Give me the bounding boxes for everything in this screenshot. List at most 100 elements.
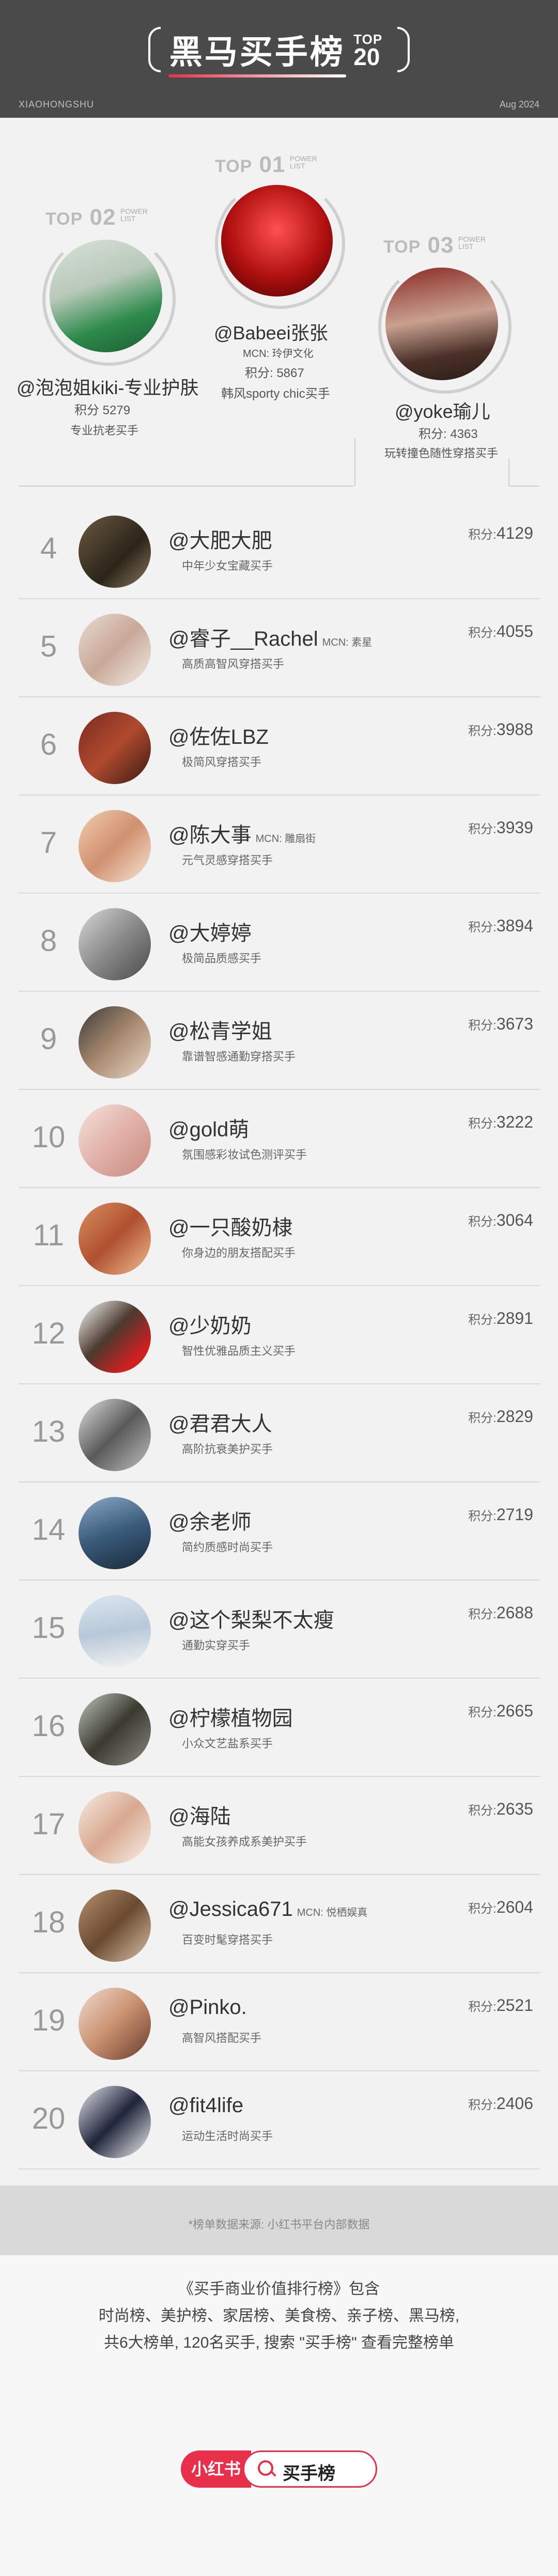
user-desc: 极简品质感买手: [182, 952, 262, 965]
date-caption: Aug 2024: [499, 99, 539, 110]
user-name[interactable]: @松青学姐: [168, 1014, 276, 1044]
user-desc: 小众文艺盐系买手: [182, 1737, 273, 1750]
user-score: 积分:4129: [468, 524, 533, 542]
avatar[interactable]: [79, 1693, 151, 1766]
user-score: 积分:2521: [468, 1996, 533, 2015]
top20-badge: TOP 20: [353, 32, 383, 70]
user-score: 积分:2829: [468, 1407, 533, 1426]
rank-number: 17: [32, 1807, 66, 1841]
user-name[interactable]: @一只酸奶棣: [168, 1211, 297, 1241]
top1-label: TOP 01 POWER LIST: [215, 152, 317, 177]
user-name[interactable]: @大婷婷: [168, 916, 256, 946]
user-score: 积分:3988: [468, 720, 533, 739]
list-item[interactable]: 15 @这个梨梨不太瘦 通勤实穿买手 积分:2688: [19, 1580, 540, 1679]
user-name[interactable]: @Pinko.: [168, 1996, 251, 2019]
podium-divider: [508, 459, 509, 486]
list-item[interactable]: 14 @余老师 简约质感时尚买手 积分:2719: [19, 1481, 540, 1581]
list-item[interactable]: 9 @松青学姐 靠谱智感通勤穿搭买手 积分:3673: [19, 991, 540, 1090]
avatar[interactable]: [79, 2086, 151, 2158]
list-item[interactable]: 13 @君君大人 高阶抗衰美护买手 积分:2829: [19, 1383, 540, 1482]
user-desc: 靠谱智感通勤穿搭买手: [182, 1050, 296, 1063]
top3-name[interactable]: @yoke瑜儿: [395, 397, 490, 424]
avatar[interactable]: [79, 1890, 151, 1962]
avatar[interactable]: [79, 908, 151, 980]
list-item[interactable]: 6 @佐佐LBZ 极简风穿搭买手 积分:3988: [19, 696, 540, 795]
rank-number: 7: [40, 826, 57, 860]
top3-desc: 玩转撞色随性穿搭买手: [384, 447, 499, 460]
avatar[interactable]: [221, 185, 333, 296]
user-name[interactable]: @海陆: [168, 1800, 235, 1830]
top1-name[interactable]: @Babeei张张: [214, 318, 328, 345]
top3-label: TOP 03 POWER LIST: [383, 232, 486, 258]
user-name[interactable]: @Jessica671 MCN: 悦栖娱真: [168, 1898, 367, 1921]
avatar[interactable]: [79, 1595, 151, 1667]
list-item[interactable]: 17 @海陆 高能女孩养成系美护买手 积分:2635: [19, 1776, 540, 1875]
list-item[interactable]: 16 @柠檬植物园 小众文艺盐系买手 积分:2665: [19, 1678, 540, 1777]
list-item[interactable]: 5 @睿子__Rachel MCN: 素星 高质高智风穿搭买手 积分:4055: [19, 598, 540, 697]
list-item[interactable]: 7 @陈大事 MCN: 雕扇街 元气灵感穿搭买手 积分:3939: [19, 794, 540, 894]
page-title: 黑马买手榜: [163, 26, 351, 77]
top2-name[interactable]: @泡泡姐kiki-专业护肤: [17, 373, 199, 400]
avatar[interactable]: [79, 614, 151, 686]
avatar[interactable]: [79, 516, 151, 588]
avatar[interactable]: [79, 1006, 151, 1079]
rank-number: 10: [32, 1120, 66, 1154]
rank-number: 19: [32, 2004, 66, 2037]
rank-number: 5: [40, 630, 57, 663]
list-item[interactable]: 19 @Pinko. 高智风搭配买手 积分:2521: [19, 1972, 540, 2071]
rank-number: 13: [32, 1415, 66, 1448]
brand-caption: XIAOHONGSHU: [19, 99, 95, 110]
user-score: 积分:4055: [468, 622, 533, 641]
footer-description: 《买手商业价值排行榜》包含 时尚榜、美护榜、家居榜、美食榜、亲子榜、黑马榜, 共…: [98, 2281, 460, 2351]
avatar[interactable]: [79, 1203, 151, 1275]
list-item[interactable]: 18 @Jessica671 MCN: 悦栖娱真 百变时髦穿搭买手 积分:2604: [19, 1874, 540, 1973]
user-name[interactable]: @大肥大肥: [168, 524, 276, 554]
list-item[interactable]: 12 @少奶奶 智性优雅品质主义买手 积分:2891: [19, 1285, 540, 1384]
list-item[interactable]: 8 @大婷婷 极简品质感买手 积分:3894: [19, 893, 540, 992]
avatar[interactable]: [79, 1399, 151, 1471]
avatar[interactable]: [385, 268, 498, 380]
top3-score: 积分: 4363: [419, 427, 478, 441]
user-name[interactable]: @睿子__Rachel MCN: 素星: [168, 622, 372, 652]
avatar[interactable]: [50, 240, 162, 352]
rank-number: 4: [40, 532, 57, 565]
search-pill[interactable]: 买手榜: [243, 2450, 377, 2488]
user-name[interactable]: @陈大事 MCN: 雕扇街: [168, 818, 316, 848]
user-score: 积分:3222: [468, 1113, 533, 1131]
user-desc: 你身边的朋友搭配买手: [182, 1246, 296, 1259]
avatar[interactable]: [79, 810, 151, 882]
avatar[interactable]: [79, 1301, 151, 1373]
avatar[interactable]: [79, 1791, 151, 1864]
user-name[interactable]: @佐佐LBZ: [168, 720, 273, 750]
user-name[interactable]: @fit4life: [168, 2094, 247, 2117]
user-desc: 中年少女宝藏买手: [182, 559, 273, 572]
user-desc: 高质高智风穿搭买手: [182, 658, 285, 670]
top2-desc: 专业抗老买手: [70, 424, 139, 437]
user-name[interactable]: @余老师: [168, 1505, 256, 1535]
list-item[interactable]: 20 @fit4life 运动生活时尚买手 积分:2406: [19, 2070, 540, 2169]
search-banner[interactable]: 小红书 买手榜: [181, 2450, 377, 2488]
user-name[interactable]: @这个梨梨不太瘦: [168, 1603, 338, 1633]
footer: 《买手商业价值排行榜》包含 时尚榜、美护榜、家居榜、美食榜、亲子榜、黑马榜, 共…: [0, 2255, 558, 2576]
list-item[interactable]: 4 @大肥大肥 中年少女宝藏买手 积分:4129: [19, 500, 540, 599]
user-score: 积分:3939: [468, 818, 533, 837]
user-name[interactable]: @君君大人: [168, 1407, 276, 1437]
user-name[interactable]: @柠檬植物园: [168, 1701, 297, 1731]
header-banner: 黑马买手榜 TOP 20 XIAOHONGSHU Aug 2024: [0, 0, 558, 118]
avatar[interactable]: [79, 1988, 151, 2060]
podium-divider: [354, 438, 355, 486]
rank-number: 9: [40, 1022, 57, 1056]
user-name[interactable]: @gold萌: [168, 1113, 253, 1143]
podium-divider: [19, 486, 354, 487]
avatar[interactable]: [79, 1104, 151, 1177]
user-score: 积分:3064: [468, 1211, 533, 1229]
list-item[interactable]: 10 @gold萌 氛围感彩妆试色测评买手 积分:3222: [19, 1089, 540, 1188]
user-desc: 运动生活时尚买手: [182, 2130, 273, 2143]
user-desc: 百变时髦穿搭买手: [182, 1933, 273, 1946]
list-item[interactable]: 11 @一只酸奶棣 你身边的朋友搭配买手 积分:3064: [19, 1187, 540, 1286]
avatar[interactable]: [79, 712, 151, 784]
user-desc: 极简风穿搭买手: [182, 756, 262, 769]
user-name[interactable]: @少奶奶: [168, 1309, 256, 1339]
avatar[interactable]: [79, 1497, 151, 1569]
top2-label: TOP 02 POWER LIST: [45, 205, 148, 230]
